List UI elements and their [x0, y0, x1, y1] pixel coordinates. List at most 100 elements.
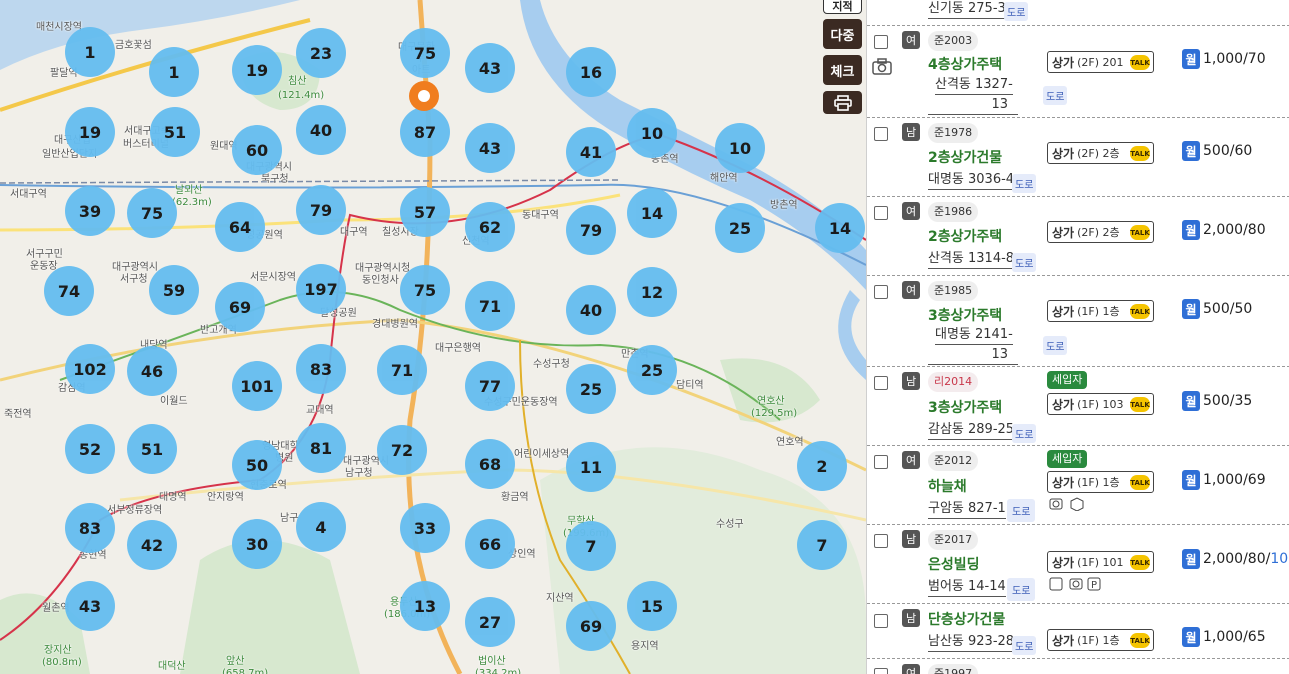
cluster-marker[interactable]: 69 — [215, 282, 265, 332]
cluster-marker[interactable]: 1 — [149, 47, 199, 97]
listing-address[interactable]: 남산동 923-28 — [928, 633, 1015, 652]
print-button[interactable] — [823, 91, 862, 114]
listing-address[interactable]: 신기동 275-3 — [928, 0, 1006, 19]
cluster-marker[interactable]: 43 — [465, 43, 515, 93]
listing-title[interactable]: 단층상가건물 — [928, 609, 1005, 629]
property-type-tag[interactable]: 상가 (2F) 2층 TALK — [1047, 142, 1154, 164]
listing-address[interactable]: 산격동 1314-8 — [928, 250, 1015, 269]
listing-address-cont[interactable]: 13 — [928, 346, 1018, 365]
cluster-marker[interactable]: 79 — [296, 185, 346, 235]
cluster-marker[interactable]: 19 — [232, 45, 282, 95]
listing-address[interactable]: 감삼동 289-25 — [928, 421, 1015, 440]
cluster-marker[interactable]: 77 — [465, 361, 515, 411]
cluster-marker[interactable]: 14 — [627, 188, 677, 238]
listing-checkbox[interactable] — [874, 668, 888, 674]
talk-icon[interactable]: TALK — [1130, 55, 1150, 70]
property-type-tag[interactable]: 상가 (1F) 103 TALK — [1047, 393, 1154, 415]
cluster-marker[interactable]: 52 — [65, 424, 115, 474]
cluster-marker[interactable]: 7 — [566, 521, 616, 571]
listing-title[interactable]: 2층상가건물 — [928, 147, 1002, 167]
cluster-marker[interactable]: 25 — [715, 203, 765, 253]
cluster-marker[interactable]: 2 — [797, 441, 847, 491]
cluster-marker[interactable]: 83 — [296, 344, 346, 394]
cluster-marker[interactable]: 39 — [65, 186, 115, 236]
cluster-marker[interactable]: 15 — [627, 581, 677, 631]
cluster-marker[interactable]: 68 — [465, 439, 515, 489]
listing-checkbox[interactable] — [874, 376, 888, 390]
listing-address[interactable]: 범어동 14-14 — [928, 578, 1006, 597]
list-item[interactable]: 남 리2014 3층상가주택 감삼동 289-25 도로 세입자 상가 (1F) … — [867, 367, 1289, 446]
cluster-marker[interactable]: 41 — [566, 127, 616, 177]
property-type-tag[interactable]: 상가 (2F) 201 TALK — [1047, 51, 1154, 73]
cluster-marker[interactable]: 59 — [149, 265, 199, 315]
list-item[interactable]: 여 준1986 2층상가주택 산격동 1314-8 도로 상가 (2F) 2층 TA… — [867, 197, 1289, 276]
map-area[interactable]: 매천시장역금호꽃섬팔달역침산(121.4m)대구문화우아트서대구고속버스터미널원… — [0, 0, 866, 674]
cluster-marker[interactable]: 87 — [400, 107, 450, 157]
camera-icon[interactable] — [872, 58, 892, 79]
cluster-marker[interactable]: 43 — [465, 123, 515, 173]
talk-icon[interactable]: TALK — [1130, 475, 1150, 490]
cluster-marker[interactable]: 25 — [566, 364, 616, 414]
cluster-marker[interactable]: 12 — [627, 267, 677, 317]
cluster-marker[interactable]: 197 — [296, 264, 346, 314]
listing-panel[interactable]: 신기동 275-3 도로 여 준2003 4층상가주택 산격동 1327- 13… — [866, 0, 1289, 674]
cluster-marker[interactable]: 71 — [465, 281, 515, 331]
list-item[interactable]: 여 준1997 — [867, 659, 1289, 674]
listing-checkbox[interactable] — [874, 206, 888, 220]
talk-icon[interactable]: TALK — [1130, 555, 1150, 570]
listing-checkbox[interactable] — [874, 455, 888, 469]
property-type-tag[interactable]: 상가 (2F) 2층 TALK — [1047, 221, 1154, 243]
listing-address[interactable]: 산격동 1327- — [935, 76, 1013, 95]
cluster-marker[interactable]: 40 — [566, 285, 616, 335]
cluster-marker[interactable]: 25 — [627, 345, 677, 395]
cluster-marker[interactable]: 13 — [400, 581, 450, 631]
cluster-marker[interactable]: 66 — [465, 519, 515, 569]
cluster-marker[interactable]: 81 — [296, 423, 346, 473]
listing-title[interactable]: 4층상가주택 — [928, 54, 1002, 74]
property-type-tag[interactable]: 상가 (1F) 1층 TALK — [1047, 300, 1154, 322]
listing-address[interactable]: 구암동 827-1 — [928, 500, 1006, 519]
cluster-marker[interactable]: 75 — [127, 188, 177, 238]
cluster-marker[interactable]: 10 — [627, 108, 677, 158]
cluster-marker[interactable]: 14 — [815, 203, 865, 253]
cluster-marker[interactable]: 71 — [377, 345, 427, 395]
listing-checkbox[interactable] — [874, 35, 888, 49]
listing-title[interactable]: 은성빌딩 — [928, 554, 980, 574]
talk-icon[interactable]: TALK — [1130, 225, 1150, 240]
list-item[interactable]: 남 준2017 은성빌딩 범어동 14-14 도로 상가 (1F) 101 TALK… — [867, 525, 1289, 604]
listing-title[interactable]: 3층상가주택 — [928, 397, 1002, 417]
cluster-marker[interactable]: 64 — [215, 202, 265, 252]
property-type-tag[interactable]: 상가 (1F) 1층 TALK — [1047, 471, 1154, 493]
check-button[interactable]: 체크 — [823, 55, 862, 85]
cluster-marker[interactable]: 27 — [465, 597, 515, 647]
cluster-marker[interactable]: 11 — [566, 442, 616, 492]
cluster-marker[interactable]: 79 — [566, 205, 616, 255]
cluster-marker[interactable]: 16 — [566, 47, 616, 97]
cluster-marker[interactable]: 23 — [296, 28, 346, 78]
cluster-marker[interactable]: 46 — [127, 346, 177, 396]
cluster-marker[interactable]: 40 — [296, 105, 346, 155]
location-pin-icon[interactable] — [409, 81, 439, 111]
cluster-marker[interactable]: 1 — [65, 27, 115, 77]
multi-button[interactable]: 다중 — [823, 19, 862, 49]
talk-icon[interactable]: TALK — [1130, 633, 1150, 648]
cluster-marker[interactable]: 62 — [465, 202, 515, 252]
cluster-marker[interactable]: 43 — [65, 581, 115, 631]
cluster-marker[interactable]: 10 — [715, 123, 765, 173]
cluster-marker[interactable]: 4 — [296, 502, 346, 552]
cluster-marker[interactable]: 75 — [400, 28, 450, 78]
cluster-marker[interactable]: 57 — [400, 187, 450, 237]
property-type-tag[interactable]: 상가 (1F) 101 TALK — [1047, 551, 1154, 573]
listing-address[interactable]: 대명동 3036-4 — [928, 171, 1015, 190]
listing-address[interactable]: 대명동 2141- — [935, 326, 1013, 345]
listing-checkbox[interactable] — [874, 534, 888, 548]
listing-address-cont[interactable]: 13 — [928, 96, 1018, 115]
list-item[interactable]: 남 준1978 2층상가건물 대명동 3036-4 도로 상가 (2F) 2층 TA… — [867, 118, 1289, 197]
cluster-marker[interactable]: 69 — [566, 601, 616, 651]
listing-title[interactable]: 하늘채 — [928, 476, 967, 496]
talk-icon[interactable]: TALK — [1130, 304, 1150, 319]
talk-icon[interactable]: TALK — [1130, 146, 1150, 161]
cluster-marker[interactable]: 33 — [400, 503, 450, 553]
list-item[interactable]: 여 준2012 하늘채 구암동 827-1 도로 세입자 상가 (1F) 1층 TA… — [867, 446, 1289, 525]
cluster-marker[interactable]: 50 — [232, 440, 282, 490]
